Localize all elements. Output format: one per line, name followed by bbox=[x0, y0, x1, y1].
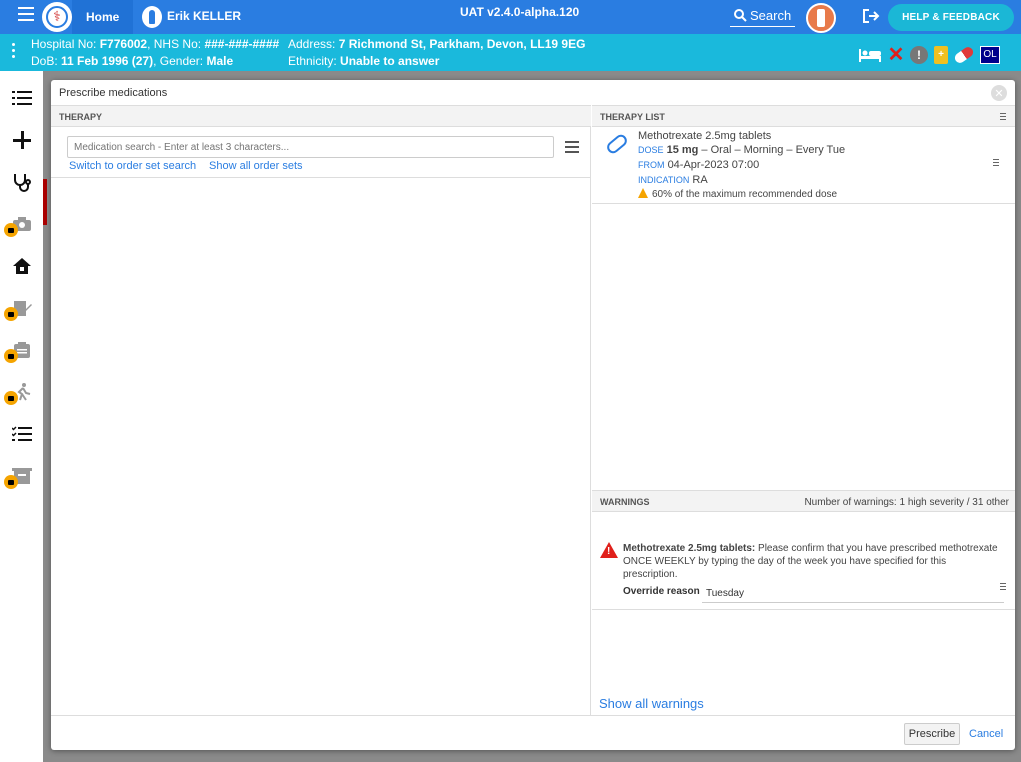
indication-line: INDICATION RA bbox=[638, 174, 708, 186]
show-all-warnings-link[interactable]: Show all warnings bbox=[599, 696, 704, 711]
date-of-birth: DoB: 11 Feb 1996 (27), Gender: Male bbox=[31, 54, 234, 68]
search-label: Search bbox=[750, 8, 792, 23]
stethoscope-icon[interactable] bbox=[0, 162, 43, 202]
ol-badge[interactable]: OL bbox=[980, 45, 1000, 64]
hamburger-menu-icon[interactable] bbox=[18, 7, 34, 23]
walking-icon[interactable] bbox=[0, 372, 43, 412]
patient-banner: Hospital No: F776002, NHS No: ###-###-##… bbox=[0, 34, 1021, 71]
divider bbox=[592, 609, 1015, 610]
clipboard-icon[interactable] bbox=[0, 330, 43, 370]
breadcrumb-arrow bbox=[122, 0, 132, 34]
cancel-button[interactable]: Cancel bbox=[969, 728, 1003, 740]
house-icon[interactable] bbox=[0, 246, 43, 286]
lock-icon bbox=[4, 475, 18, 489]
therapy-list-menu-icon[interactable] bbox=[1000, 113, 1006, 122]
banner-menu-icon[interactable] bbox=[12, 43, 16, 61]
edit-icon[interactable] bbox=[0, 288, 43, 328]
version-label: UAT v2.4.0-alpha.120 bbox=[460, 5, 580, 19]
close-icon[interactable]: ✕ bbox=[991, 85, 1007, 101]
therapy-panel: THERAPY Switch to order set search Show … bbox=[51, 105, 591, 715]
alert-triangle-icon: ! bbox=[600, 542, 618, 558]
patient-icon bbox=[142, 6, 162, 28]
warning-icon bbox=[638, 188, 648, 198]
logout-icon[interactable] bbox=[862, 8, 880, 24]
list-icon[interactable] bbox=[0, 78, 43, 118]
alert-icon[interactable]: ! bbox=[910, 45, 928, 64]
therapy-list-header: THERAPY LIST bbox=[592, 105, 1015, 127]
search-icon bbox=[734, 9, 747, 22]
warnings-header: WARNINGS Number of warnings: 1 high seve… bbox=[592, 490, 1015, 512]
inbox-icon[interactable] bbox=[0, 456, 43, 496]
override-reason-label: Override reason bbox=[623, 586, 700, 597]
prescribe-button[interactable]: Prescribe bbox=[904, 723, 960, 745]
from-line: FROM 04-Apr-2023 07:00 bbox=[638, 159, 760, 171]
search-button[interactable]: Search bbox=[730, 5, 796, 27]
ethnicity: Ethnicity: Unable to answer bbox=[288, 54, 440, 68]
top-bar: ⚕ Home Erik KELLER UAT v2.4.0-alpha.120 … bbox=[0, 0, 1021, 34]
lock-icon bbox=[4, 223, 18, 237]
lock-icon bbox=[4, 349, 18, 363]
warning-message: Methotrexate 2.5mg tablets: Please confi… bbox=[623, 543, 998, 580]
patient-name[interactable]: Erik KELLER bbox=[167, 9, 241, 23]
menu-icon[interactable] bbox=[565, 141, 579, 156]
lock-icon bbox=[4, 307, 18, 321]
dialog-title: Prescribe medications bbox=[59, 87, 168, 99]
divider bbox=[592, 203, 1015, 204]
show-order-sets-link[interactable]: Show all order sets bbox=[209, 160, 303, 172]
lock-icon bbox=[4, 391, 18, 405]
medicine-bottle-icon[interactable]: + bbox=[934, 45, 948, 64]
address: Address: 7 Richmond St, Parkham, Devon, … bbox=[288, 37, 586, 51]
warnings-count: Number of warnings: 1 high severity / 31… bbox=[804, 497, 1009, 508]
camera-icon[interactable] bbox=[0, 204, 43, 244]
bed-icon[interactable] bbox=[858, 47, 882, 63]
dose-warning: 60% of the maximum recommended dose bbox=[638, 188, 837, 200]
dialog-footer: Prescribe Cancel bbox=[51, 715, 1015, 750]
plus-icon[interactable] bbox=[0, 120, 43, 160]
home-label: Home bbox=[86, 10, 120, 24]
therapy-header: THERAPY bbox=[51, 105, 591, 127]
divider bbox=[51, 177, 591, 178]
pill-icon[interactable] bbox=[952, 44, 976, 65]
warning-menu-icon[interactable] bbox=[1000, 583, 1006, 592]
app-logo[interactable]: ⚕ bbox=[42, 2, 72, 32]
override-reason-input[interactable]: Tuesday bbox=[702, 583, 1004, 603]
dose-line: DOSE 15 mg – Oral – Morning – Every Tue bbox=[638, 144, 846, 156]
prescribe-medications-dialog: Prescribe medications ✕ THERAPY Switch t… bbox=[51, 80, 1015, 750]
pill-capsule-icon bbox=[604, 132, 630, 156]
help-feedback-button[interactable]: HELP & FEEDBACK bbox=[888, 4, 1014, 31]
checklist-icon[interactable] bbox=[0, 414, 43, 454]
hospital-number: Hospital No: F776002, NHS No: ###-###-##… bbox=[31, 37, 280, 51]
switch-order-set-link[interactable]: Switch to order set search bbox=[69, 160, 196, 172]
medication-menu-icon[interactable] bbox=[993, 159, 999, 168]
user-avatar[interactable] bbox=[806, 3, 836, 33]
therapy-list-panel: THERAPY LIST Methotrexate 2.5mg tablets … bbox=[592, 105, 1015, 715]
medication-name[interactable]: Methotrexate 2.5mg tablets bbox=[638, 130, 771, 142]
medication-search-input[interactable] bbox=[67, 136, 554, 158]
left-navigation bbox=[0, 71, 43, 762]
close-x-icon[interactable]: ✕ bbox=[888, 42, 905, 67]
